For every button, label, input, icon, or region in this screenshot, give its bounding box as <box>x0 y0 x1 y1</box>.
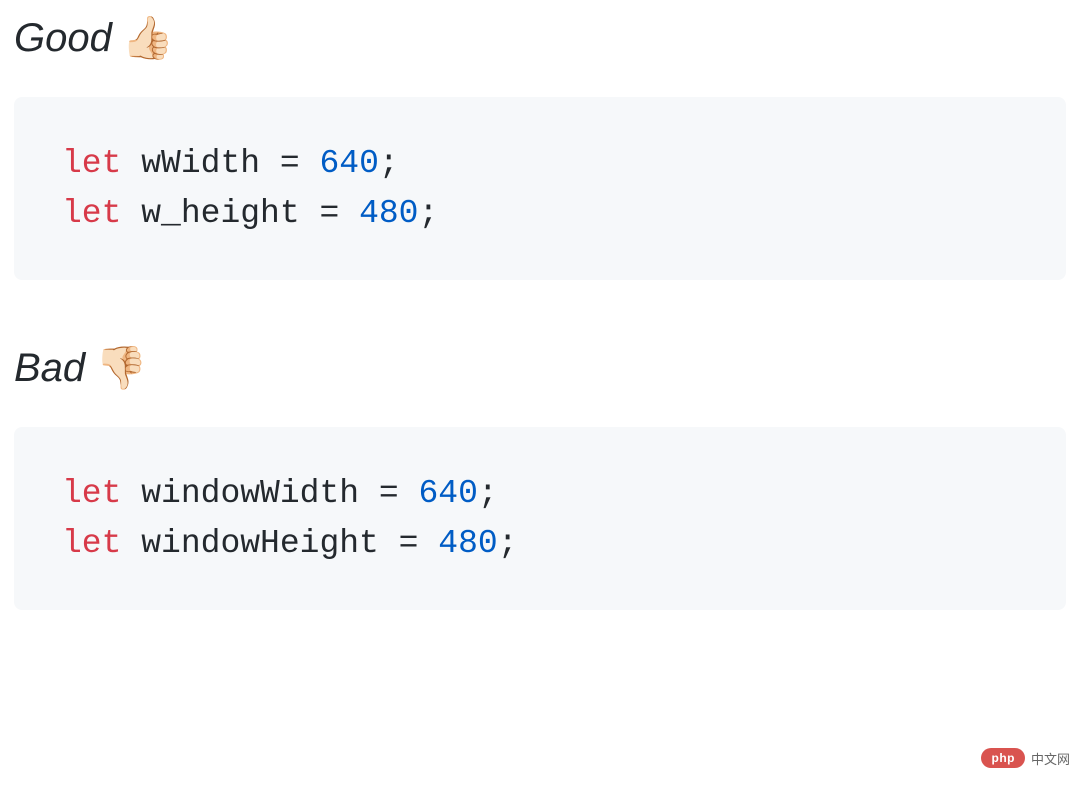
code-line: let windowHeight = 480; <box>62 519 1018 569</box>
code-line: let windowWidth = 640; <box>62 469 1018 519</box>
code-token: windowHeight = <box>121 525 438 562</box>
code-token: 640 <box>319 145 378 182</box>
code-line: let w_height = 480; <box>62 189 1018 239</box>
thumbs-down-icon: 👎🏻 <box>95 344 147 393</box>
code-token: w_height = <box>121 195 359 232</box>
bad-heading-text: Bad <box>14 346 85 391</box>
code-token: ; <box>498 525 518 562</box>
code-token: 480 <box>359 195 418 232</box>
watermark-text: 中文网 <box>1031 749 1070 768</box>
watermark: php 中文网 <box>981 748 1070 768</box>
bad-heading: Bad 👎🏻 <box>14 344 1066 393</box>
code-token: let <box>62 145 121 182</box>
code-token: wWidth = <box>121 145 319 182</box>
code-token: let <box>62 525 121 562</box>
code-token: ; <box>478 475 498 512</box>
bad-code-block: let windowWidth = 640; let windowHeight … <box>14 427 1066 610</box>
code-line: let wWidth = 640; <box>62 139 1018 189</box>
watermark-badge: php <box>981 748 1025 768</box>
code-token: 480 <box>438 525 497 562</box>
code-token: ; <box>379 145 399 182</box>
code-token: ; <box>418 195 438 232</box>
code-token: let <box>62 475 121 512</box>
code-token: let <box>62 195 121 232</box>
good-code-block: let wWidth = 640; let w_height = 480; <box>14 97 1066 280</box>
code-token: windowWidth = <box>121 475 418 512</box>
code-token: 640 <box>418 475 477 512</box>
good-heading-text: Good <box>14 16 112 61</box>
thumbs-up-icon: 👍🏻 <box>122 14 174 63</box>
good-heading: Good 👍🏻 <box>14 14 1066 63</box>
